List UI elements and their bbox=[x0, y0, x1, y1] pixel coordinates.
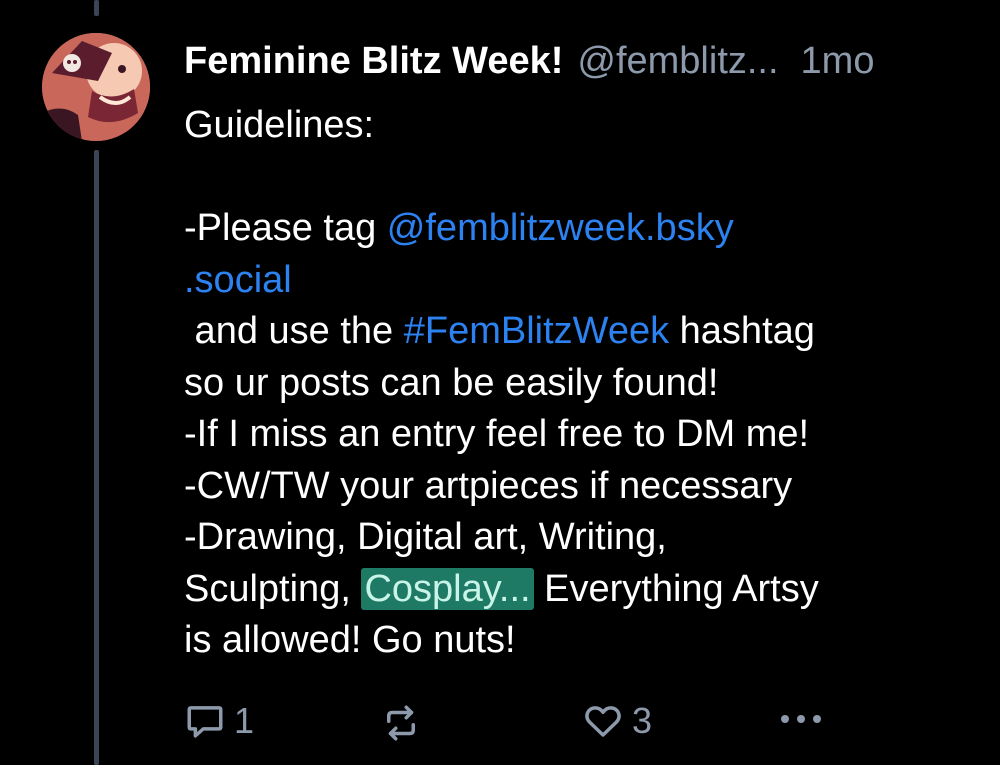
post-text-segment: -If I miss an entry feel free to DM me! bbox=[184, 413, 810, 455]
reply-bubble-icon bbox=[187, 706, 223, 738]
mention-link[interactable]: @femblitzweek.bsky bbox=[387, 207, 734, 249]
post-text-line: and use the #FemBlitzWeek hashtag bbox=[184, 306, 984, 358]
post-text-segment: -Please tag bbox=[184, 207, 387, 249]
author-handle[interactable]: @femblitz... bbox=[577, 40, 778, 82]
avatar-image bbox=[42, 33, 150, 141]
thread-line-bottom bbox=[94, 150, 99, 765]
post-text-segment: Sculpting, bbox=[184, 567, 362, 610]
author-display-name[interactable]: Feminine Blitz Week! bbox=[184, 40, 563, 82]
repost-button[interactable] bbox=[380, 702, 422, 744]
post-text-segment: is allowed! Go nuts! bbox=[184, 619, 516, 661]
hashtag-link[interactable]: #FemBlitzWeek bbox=[404, 310, 669, 352]
post-text-segment: Everything Artsy bbox=[533, 567, 819, 610]
post-text-segment: -CW/TW your artpieces if necessary bbox=[184, 464, 793, 507]
post-text-line: -Please tag @femblitzweek.bsky bbox=[184, 203, 984, 255]
post-text-line: Guidelines: bbox=[184, 100, 984, 152]
post-actions: 1 3 bbox=[0, 696, 1000, 746]
thread-line-top bbox=[94, 0, 99, 16]
post-text-line: -CW/TW your artpieces if necessary bbox=[184, 461, 984, 513]
like-count: 3 bbox=[632, 700, 653, 741]
avatar[interactable] bbox=[42, 33, 150, 141]
highlighted-text: Cosplay... bbox=[361, 567, 534, 610]
post-text-line: is allowed! Go nuts! bbox=[184, 615, 984, 667]
reply-button[interactable]: 1 bbox=[184, 700, 254, 742]
post-text-line: so ur posts can be easily found! bbox=[184, 358, 984, 410]
post-text-segment: Guidelines: bbox=[184, 104, 375, 146]
post-text-segment: and use the bbox=[184, 310, 404, 352]
post-header: Feminine Blitz Week! @femblitz... 1mo bbox=[184, 38, 874, 84]
post-timestamp[interactable]: 1mo bbox=[801, 40, 875, 82]
post-text-line: Sculpting, Cosplay... Everything Artsy bbox=[184, 564, 984, 616]
post-text: Guidelines: -Please tag @femblitzweek.bsk… bbox=[184, 100, 984, 667]
post-text-line bbox=[184, 152, 984, 204]
more-dots-icon bbox=[781, 715, 821, 723]
post-text-segment: so ur posts can be easily found! bbox=[184, 361, 719, 404]
like-button[interactable]: 3 bbox=[582, 700, 652, 742]
mention-link[interactable]: .social bbox=[184, 259, 292, 301]
heart-icon bbox=[585, 706, 621, 737]
post-text-segment: -Drawing, Digital art, Writing, bbox=[184, 516, 667, 558]
post-text-line: -If I miss an entry feel free to DM me! bbox=[184, 409, 984, 461]
reply-count: 1 bbox=[234, 700, 255, 741]
post-text-line: .social bbox=[184, 255, 984, 307]
repost-arrows-icon bbox=[387, 705, 415, 741]
more-options-button[interactable] bbox=[778, 712, 824, 726]
post-text-line: -Drawing, Digital art, Writing, bbox=[184, 512, 984, 564]
post-text-segment: hashtag bbox=[669, 310, 815, 352]
